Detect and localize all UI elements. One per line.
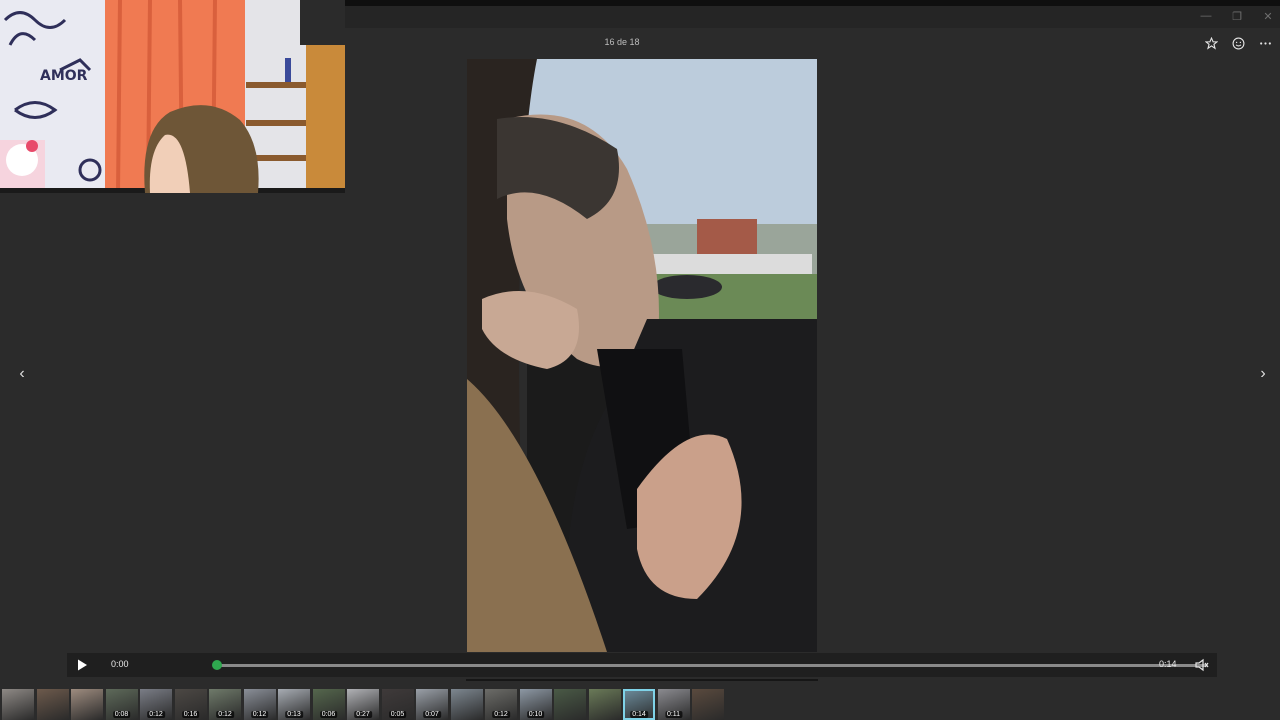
filmstrip-thumbnail[interactable]: [554, 689, 586, 720]
filmstrip-thumbnail[interactable]: [71, 689, 103, 720]
smiley-icon: [1232, 37, 1244, 49]
filmstrip-thumbnail[interactable]: 0:27: [347, 689, 379, 720]
video-bottom-edge: [466, 679, 818, 681]
chevron-left-icon: ‹: [19, 365, 25, 382]
webcam-overlay: AMOR: [0, 0, 345, 193]
close-button[interactable]: ✕: [1252, 6, 1280, 26]
filmstrip-thumbnail[interactable]: 0:12: [209, 689, 241, 720]
chevron-right-icon: ›: [1260, 365, 1266, 382]
filmstrip-thumbnail[interactable]: 0:06: [312, 689, 345, 720]
play-icon: [78, 659, 87, 671]
more-icon: [1259, 41, 1271, 45]
next-button[interactable]: ›: [1253, 364, 1273, 384]
thumbnail-duration: 0:10: [526, 711, 545, 718]
thumbnail-duration: 0:13: [285, 711, 303, 718]
thumbnail-duration: 0:07: [423, 711, 441, 718]
thumbnail-duration: 0:12: [492, 711, 510, 718]
thumbnail-duration: 0:12: [250, 711, 269, 718]
thumbnail-duration: 0:05: [388, 711, 407, 718]
thumbnail-duration: 0:14: [630, 711, 648, 718]
seek-bar[interactable]: [217, 664, 1207, 667]
thumbnail-duration: 0:06: [319, 711, 338, 718]
reaction-button[interactable]: [1229, 34, 1247, 52]
filmstrip-thumbnail[interactable]: [588, 689, 621, 720]
seek-handle[interactable]: [212, 660, 222, 670]
filmstrip-thumbnail[interactable]: [450, 689, 483, 720]
filmstrip: 0:08 0:12 0:16 0:12 0:12 0:13 0:06 0:27 0:05 0:07…: [0, 687, 1280, 720]
filmstrip-thumbnail[interactable]: 0:14: [623, 689, 655, 720]
star-icon: [1204, 36, 1218, 50]
thumbnail-duration: 0:12: [216, 711, 234, 718]
photo-counter: 16 de 18: [604, 37, 640, 47]
playback-controls: 0:00 0:14: [67, 653, 1217, 677]
current-time: 0:00: [111, 659, 129, 669]
thumbnail-duration: 0:27: [354, 711, 372, 718]
video-frame: [467, 59, 817, 652]
thumbnail-duration: 0:16: [181, 711, 200, 718]
filmstrip-thumbnail[interactable]: 0:12: [140, 689, 172, 720]
more-button[interactable]: [1256, 34, 1274, 52]
filmstrip-thumbnail[interactable]: 0:13: [278, 689, 310, 720]
filmstrip-thumbnail[interactable]: 0:10: [519, 689, 552, 720]
minimize-button[interactable]: —: [1190, 6, 1222, 26]
filmstrip-thumbnail[interactable]: 0:12: [243, 689, 276, 720]
play-button[interactable]: [75, 658, 91, 672]
previous-button[interactable]: ‹: [12, 364, 32, 384]
filmstrip-thumbnail[interactable]: 0:11: [657, 689, 690, 720]
thumbnail-duration: 0:11: [664, 711, 683, 718]
filmstrip-thumbnail[interactable]: 0:05: [381, 689, 414, 720]
title-bar: [345, 6, 1280, 28]
volume-button[interactable]: [1195, 658, 1209, 672]
filmstrip-thumbnail[interactable]: 0:12: [485, 689, 517, 720]
filmstrip-thumbnail[interactable]: [692, 689, 724, 720]
filmstrip-thumbnail[interactable]: [36, 689, 69, 720]
favorite-button[interactable]: [1202, 34, 1220, 52]
filmstrip-thumbnail[interactable]: [2, 689, 34, 720]
thumbnail-duration: 0:08: [112, 711, 131, 718]
thumbnail-duration: 0:12: [147, 711, 165, 718]
duration: 0:14: [1159, 659, 1177, 669]
restore-button[interactable]: ❐: [1221, 6, 1253, 26]
mute-icon: [1195, 658, 1209, 672]
filmstrip-thumbnail[interactable]: 0:16: [174, 689, 207, 720]
svg-text:AMOR: AMOR: [40, 68, 88, 84]
filmstrip-thumbnail[interactable]: 0:07: [416, 689, 448, 720]
filmstrip-thumbnail[interactable]: 0:08: [105, 689, 138, 720]
